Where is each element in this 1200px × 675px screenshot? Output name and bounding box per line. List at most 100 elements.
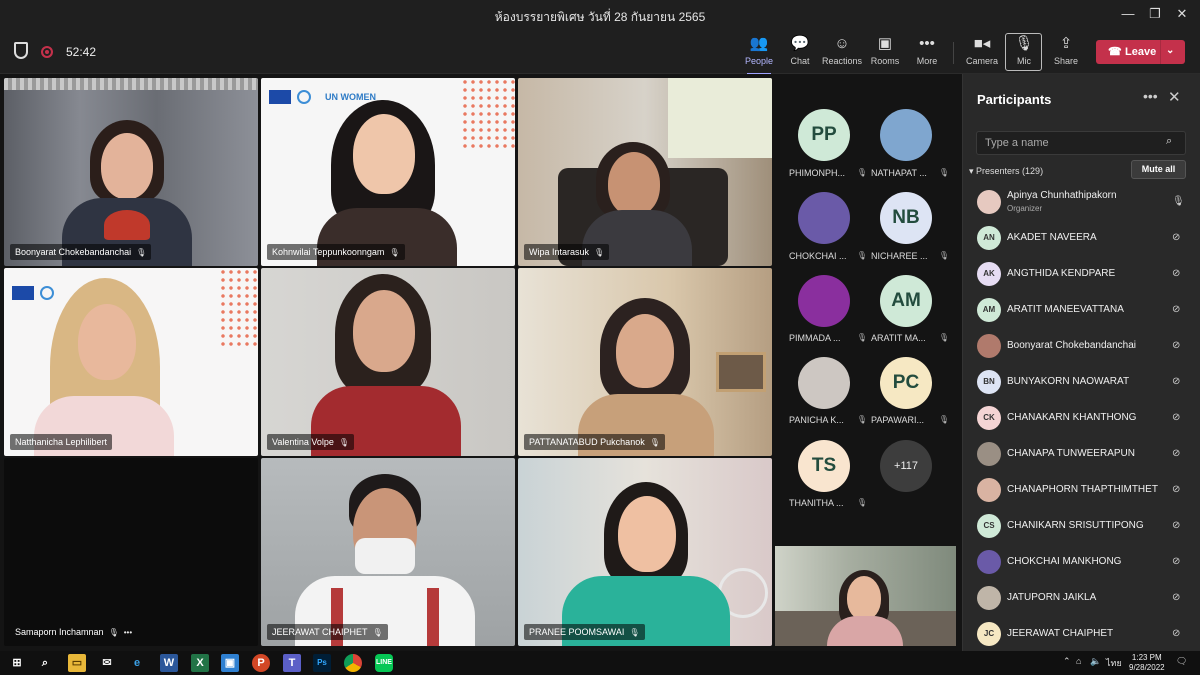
maximize-icon[interactable]: ❐	[1145, 6, 1165, 22]
mic-off-icon: ⊘	[1172, 268, 1181, 279]
mic-off-icon: 🎙	[372, 628, 383, 637]
word-icon[interactable]: W	[160, 654, 178, 672]
teams-icon[interactable]: T	[283, 654, 301, 672]
chevron-up-icon[interactable]: ⌃	[1063, 656, 1071, 667]
leave-button[interactable]: ☎ Leave ⌄	[1096, 40, 1185, 64]
video-tile[interactable]: PATTANATABUD Pukchanok 🎙	[518, 268, 772, 456]
participant-row[interactable]: CHOKCHAI MANKHONG ⊘	[963, 545, 1200, 581]
people-label: People	[744, 56, 774, 66]
chevron-down-icon[interactable]: ⌄	[1166, 45, 1174, 56]
participant-row[interactable]: CHANAPHORN THAPTHIMTHET ⊘	[963, 473, 1200, 509]
video-tile[interactable]: Valentina Volpe 🎙	[261, 268, 515, 456]
participant-avatar[interactable]	[798, 357, 850, 409]
avatar-name: NICHAREE ...	[871, 251, 928, 261]
tile-name-tag: Boonyarat Chokebandanchai 🎙	[10, 244, 152, 260]
participant-row[interactable]: CS CHANIKARN SRISUTTIPONG ⊘	[963, 509, 1200, 545]
minimize-icon[interactable]: —	[1118, 6, 1138, 21]
network-icon[interactable]: ⌂	[1076, 656, 1081, 666]
photoshop-icon[interactable]: Ps	[313, 654, 331, 672]
chat-button[interactable]: 💬 Chat	[778, 34, 822, 72]
search-icon[interactable]: ⌕	[36, 654, 54, 672]
participant-row[interactable]: JATUPORN JAIKLA ⊘	[963, 581, 1200, 617]
windows-start-icon[interactable]: ⊞	[8, 654, 26, 672]
mail-icon[interactable]: ✉	[98, 654, 116, 672]
avatar: CK	[977, 406, 1001, 430]
avatar-name: PANICHA K...	[789, 415, 844, 425]
mic-button[interactable]: 🎙 Mic	[1002, 34, 1046, 72]
presenters-section[interactable]: ▾ Presenters (129)	[969, 166, 1043, 177]
reactions-button[interactable]: ☺ Reactions	[820, 34, 864, 72]
mic-off-icon: ⊘	[1172, 520, 1181, 531]
participant-row[interactable]: Apinya Chunhathipakorn Organizer 🎙	[963, 185, 1200, 221]
notification-icon[interactable]: 🗨	[1176, 656, 1187, 667]
avatar-label: NICHAREE ... 🎙	[871, 251, 951, 261]
close-window-icon[interactable]: ✕	[1172, 6, 1192, 22]
participant-row[interactable]: AK ANGTHIDA KENDPARE ⊘	[963, 257, 1200, 293]
tile-name: Wipa Intarasuk	[529, 247, 590, 257]
self-view[interactable]	[775, 546, 956, 646]
mic-off-icon: 🎙	[136, 248, 147, 257]
un-women-logo: UN WOMEN	[325, 92, 376, 102]
chrome-icon[interactable]	[344, 654, 362, 672]
file-explorer-icon[interactable]: ▭	[68, 654, 86, 672]
participant-avatar[interactable]: PP	[798, 109, 850, 161]
line-icon[interactable]: LINE	[375, 654, 393, 672]
avatar-initials: PC	[892, 372, 920, 393]
video-tile[interactable]: Boonyarat Chokebandanchai 🎙	[4, 78, 258, 266]
tile-name-tag: Samaporn Inchamnan 🎙 •••	[10, 624, 137, 640]
participant-row[interactable]: CK CHANAKARN KHANTHONG ⊘	[963, 401, 1200, 437]
powerpoint-icon[interactable]: P	[252, 654, 270, 672]
participant-avatar[interactable]	[798, 192, 850, 244]
participant-face	[608, 152, 660, 216]
close-icon[interactable]: ✕	[1168, 88, 1181, 106]
participant-row[interactable]: JC JEERAWAT CHAIPHET ⊘	[963, 617, 1200, 653]
language-indicator[interactable]: ไทย	[1106, 656, 1122, 670]
video-tile[interactable]: Natthanicha Lephilibert	[4, 268, 258, 456]
clock-time: 1:23 PM	[1131, 653, 1162, 662]
mic-off-icon: ⊘	[1172, 592, 1181, 603]
people-button[interactable]: 👥 People	[737, 34, 781, 75]
search-icon[interactable]: ⌕	[1166, 135, 1172, 148]
tile-name-tag: Kohnwilai Teppunkoonngam 🎙	[267, 244, 405, 260]
more-button[interactable]: ••• More	[905, 34, 949, 72]
participant-avatar[interactable]	[880, 109, 932, 161]
participant-row[interactable]: BN BUNYAKORN NAOWARAT ⊘	[963, 365, 1200, 401]
mute-all-button[interactable]: Mute all	[1131, 160, 1186, 179]
avatar	[977, 586, 1001, 610]
system-clock[interactable]: 1:23 PM 9/28/2022	[1129, 653, 1165, 673]
participant-avatar[interactable]: TS	[798, 440, 850, 492]
excel-icon[interactable]: X	[191, 654, 209, 672]
participant-row[interactable]: AN AKADET NAVEERA ⊘	[963, 221, 1200, 257]
volume-icon[interactable]: 🔈	[1090, 656, 1101, 667]
participant-row[interactable]: Boonyarat Chokebandanchai ⊘	[963, 329, 1200, 365]
participant-avatar[interactable]	[798, 275, 850, 327]
mic-off-icon: 🎙	[856, 415, 867, 424]
video-tile[interactable]: UN WOMEN Kohnwilai Teppunkoonngam 🎙	[261, 78, 515, 266]
participant-row[interactable]: AM ARATIT MANEEVATTANA ⊘	[963, 293, 1200, 329]
more-icon[interactable]: •••	[1143, 88, 1158, 104]
camera-button[interactable]: ■◂ Camera	[960, 34, 1004, 72]
mic-off-icon: ⊘	[1172, 448, 1181, 459]
video-tile[interactable]: PRANEE POOMSAWAI 🎙	[518, 458, 772, 646]
rooms-button[interactable]: ▣ Rooms	[863, 34, 907, 72]
participant-avatar[interactable]: AM	[880, 275, 932, 327]
participant-avatar[interactable]: NB	[880, 192, 932, 244]
video-tile[interactable]: Wipa Intarasuk 🎙	[518, 78, 772, 266]
video-tile[interactable]: Samaporn Inchamnan 🎙 •••	[4, 458, 258, 646]
avatar-label: NATHAPAT ... 🎙	[871, 168, 951, 178]
mic-off-icon: ⊘	[1172, 304, 1181, 315]
search-input[interactable]	[976, 131, 1186, 155]
participant-name: Boonyarat Chokebandanchai	[1007, 340, 1136, 351]
participant-face	[847, 576, 881, 620]
mic-off-icon: 🎙	[856, 168, 867, 177]
edge-icon[interactable]: e	[128, 654, 146, 672]
participant-row[interactable]: CHANAPA TUNWEERAPUN ⊘	[963, 437, 1200, 473]
outlook-icon[interactable]: ▣	[221, 654, 239, 672]
un-logo-icon	[40, 286, 54, 300]
more-participants-button[interactable]: +117	[880, 440, 932, 492]
participant-avatar[interactable]: PC	[880, 357, 932, 409]
more-options-icon[interactable]: •••	[124, 628, 132, 637]
share-button[interactable]: ⇪ Share	[1044, 34, 1088, 72]
video-tile[interactable]: JEERAWAT CHAIPHET 🎙	[261, 458, 515, 646]
tile-name: Samaporn Inchamnan	[15, 627, 104, 637]
